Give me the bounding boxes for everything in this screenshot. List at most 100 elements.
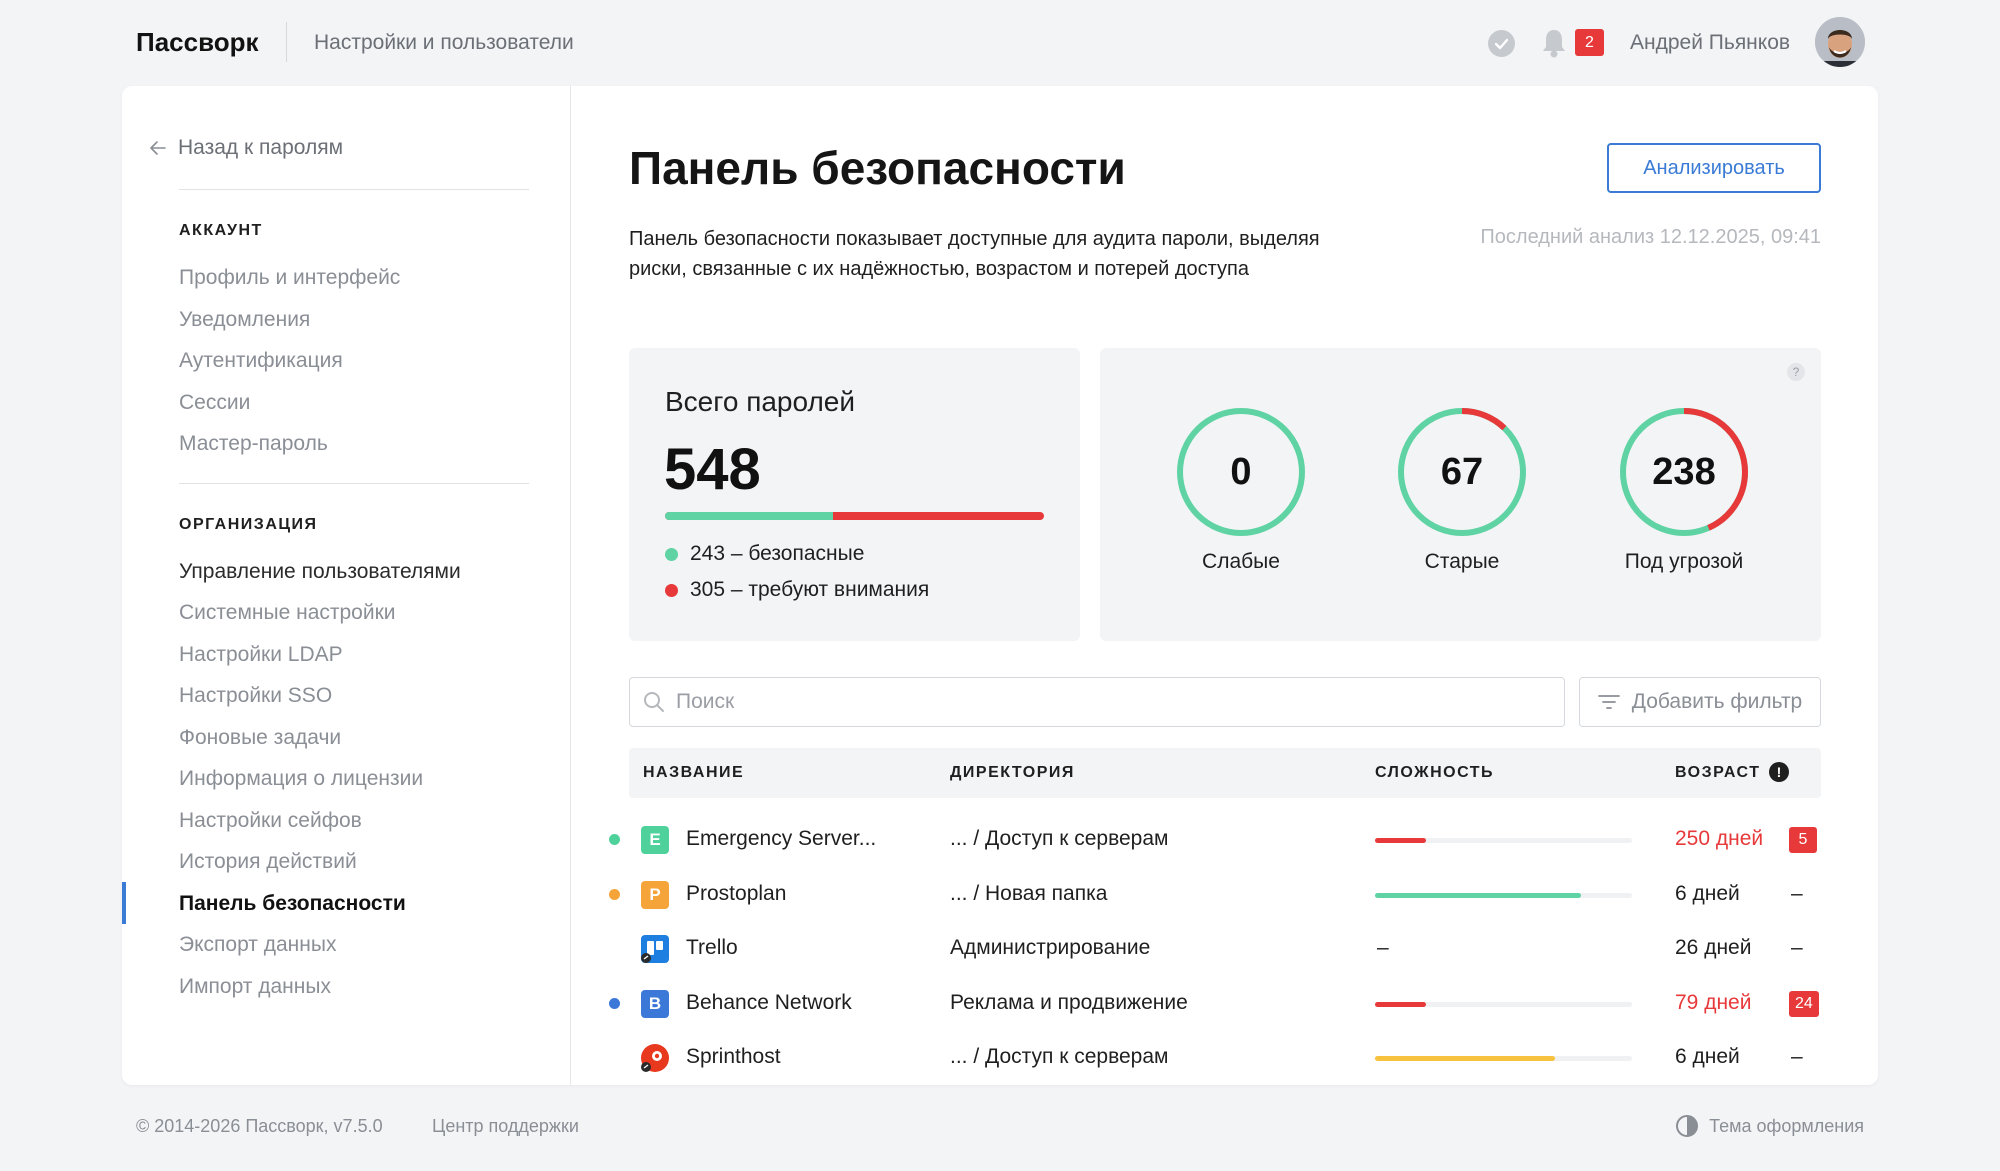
ring-old-label: Старые [1424, 550, 1500, 573]
sidebar-divider [179, 483, 529, 484]
ring-compromised[interactable]: 238 Под угрозой [1618, 406, 1750, 573]
color-tag-dot [609, 998, 620, 1009]
item-age: 250 дней [1675, 827, 1764, 850]
item-directory[interactable]: Реклама и продвижение [950, 991, 1188, 1015]
sidebar-item-background-tasks[interactable]: Фоновые задачи [179, 726, 341, 750]
sidebar-item-profile[interactable]: Профиль и интерфейс [179, 266, 400, 290]
item-age: 6 дней [1675, 882, 1740, 905]
trello-icon [641, 935, 669, 963]
table-row[interactable]: P Prostoplan ... / Новая папка 6 дней – [571, 868, 1878, 922]
last-analysis-timestamp: Последний анализ 12.12.2025, 09:41 [1480, 226, 1821, 248]
safety-ratio-bar [665, 512, 1044, 520]
sidebar-item-sso[interactable]: Настройки SSO [179, 684, 332, 708]
top-bar: Пассворк Настройки и пользователи 2 Андр… [0, 0, 2000, 86]
item-age: 6 дней [1675, 1045, 1740, 1068]
support-center-link[interactable]: Центр поддержки [432, 1116, 579, 1137]
item-name[interactable]: Prostoplan [686, 882, 786, 906]
column-age[interactable]: ВОЗРАСТ [1675, 764, 1760, 782]
sidebar-item-notifications[interactable]: Уведомления [179, 308, 310, 332]
item-directory[interactable]: ... / Доступ к серверам [950, 1045, 1168, 1069]
sidebar-item-activity-log[interactable]: История действий [179, 850, 357, 874]
sidebar-item-authentication[interactable]: Аутентификация [179, 349, 343, 373]
table-row[interactable]: E Emergency Server... ... / Доступ к серве… [571, 813, 1878, 867]
search-icon [644, 692, 664, 712]
status-check-icon[interactable] [1488, 30, 1515, 57]
legend-safe: 243 – безопасные [665, 542, 864, 566]
strength-bar [1375, 1002, 1632, 1007]
column-directory[interactable]: ДИРЕКТОРИЯ [950, 764, 1075, 782]
alert-column-icon[interactable]: ! [1769, 762, 1789, 782]
sidebar-item-master-password[interactable]: Мастер-пароль [179, 432, 328, 456]
user-name[interactable]: Андрей Пьянков [1630, 31, 1790, 55]
table-row[interactable]: Trello Администрирование – 26 дней – [571, 922, 1878, 976]
add-filter-label: Добавить фильтр [1631, 690, 1803, 713]
sidebar-divider [179, 189, 529, 190]
total-passwords-title: Всего паролей [665, 386, 856, 417]
analyze-button[interactable]: Анализировать [1607, 143, 1821, 193]
footer-copyright: © 2014-2026 Пассворк, v7.5.0 [136, 1116, 383, 1136]
total-passwords-count: 548 [664, 437, 761, 502]
item-age: 26 дней [1675, 936, 1752, 959]
theme-toggle[interactable]: Тема оформления [1675, 1114, 1864, 1138]
strength-fill [1375, 1056, 1555, 1061]
sidebar-item-export[interactable]: Экспорт данных [179, 933, 336, 957]
strength-bar [1375, 838, 1632, 843]
help-icon[interactable]: ? [1787, 363, 1805, 381]
item-directory[interactable]: Администрирование [950, 936, 1150, 960]
theme-icon [1676, 1115, 1699, 1137]
alert-count-empty: – [1791, 936, 1803, 959]
ring-old[interactable]: 67 Старые [1396, 406, 1528, 573]
item-name[interactable]: Emergency Server... [686, 827, 876, 851]
legend-attention: 305 – требуют внимания [665, 578, 929, 602]
breadcrumb[interactable]: Настройки и пользователи [314, 31, 574, 55]
main-content: Панель безопасности Анализировать Панель… [571, 86, 1878, 1085]
brand-logo[interactable]: Пассворк [136, 27, 258, 58]
item-icon: B [641, 990, 669, 1018]
item-directory[interactable]: ... / Доступ к серверам [950, 827, 1168, 851]
ring-compromised-label: Под угрозой [1624, 550, 1744, 573]
risk-rings-panel: ? 0 Слабые 67 Старые 238 Под угрозой [1100, 348, 1821, 641]
safe-ratio-fill [665, 512, 834, 520]
item-name[interactable]: Behance Network [686, 991, 852, 1015]
legend-safe-label: 243 – безопасные [690, 542, 865, 565]
section-title-organization: ОРГАНИЗАЦИЯ [179, 516, 318, 533]
settings-sidebar: Назад к паролям АККАУНТ Профиль и интерф… [122, 86, 571, 1085]
item-name[interactable]: Sprinthost [686, 1045, 781, 1069]
alert-count-badge[interactable]: 24 [1789, 991, 1819, 1017]
ring-weak-label: Слабые [1202, 550, 1280, 573]
table-row[interactable]: B Behance Network Реклама и продвижение 79 … [571, 977, 1878, 1031]
strength-bar [1375, 893, 1632, 898]
sidebar-item-user-management[interactable]: Управление пользователями [179, 560, 461, 584]
back-label: Назад к паролям [178, 136, 344, 159]
ring-weak[interactable]: 0 Слабые [1175, 406, 1307, 573]
column-strength[interactable]: СЛОЖНОСТЬ [1375, 764, 1494, 782]
alert-count-empty: – [1791, 1045, 1803, 1068]
item-age: 79 дней [1675, 991, 1752, 1014]
attention-dot-icon [665, 583, 678, 597]
alert-count-empty: – [1791, 882, 1803, 905]
sidebar-item-vault-settings[interactable]: Настройки сейфов [179, 809, 362, 833]
sidebar-item-license[interactable]: Информация о лицензии [179, 767, 423, 791]
theme-label: Тема оформления [1709, 1115, 1864, 1136]
sidebar-item-import[interactable]: Импорт данных [179, 975, 331, 999]
color-tag-dot [609, 889, 620, 900]
alert-count-badge[interactable]: 5 [1789, 827, 1817, 853]
bell-icon[interactable] [1540, 27, 1568, 59]
settings-card: Назад к паролям АККАУНТ Профиль и интерф… [122, 86, 1878, 1085]
strength-fill [1375, 1002, 1427, 1007]
notification-badge[interactable]: 2 [1575, 29, 1604, 56]
sidebar-item-sessions[interactable]: Сессии [179, 391, 250, 415]
add-filter-button[interactable]: Добавить фильтр [1579, 677, 1821, 727]
sidebar-item-system-settings[interactable]: Системные настройки [179, 601, 396, 625]
sidebar-item-security-dashboard[interactable]: Панель безопасности [179, 892, 406, 916]
back-to-passwords-link[interactable]: Назад к паролям [150, 136, 343, 160]
search-input[interactable]: Поиск [629, 677, 1565, 727]
table-row[interactable]: Sprinthost ... / Доступ к серверам 6 дней – [571, 1031, 1878, 1085]
header-divider [286, 22, 287, 62]
column-name[interactable]: НАЗВАНИЕ [643, 764, 744, 782]
item-name[interactable]: Trello [686, 936, 738, 960]
item-directory[interactable]: ... / Новая папка [950, 882, 1107, 906]
avatar[interactable] [1815, 17, 1865, 67]
sidebar-item-ldap[interactable]: Настройки LDAP [179, 643, 343, 667]
active-indicator [122, 882, 126, 924]
